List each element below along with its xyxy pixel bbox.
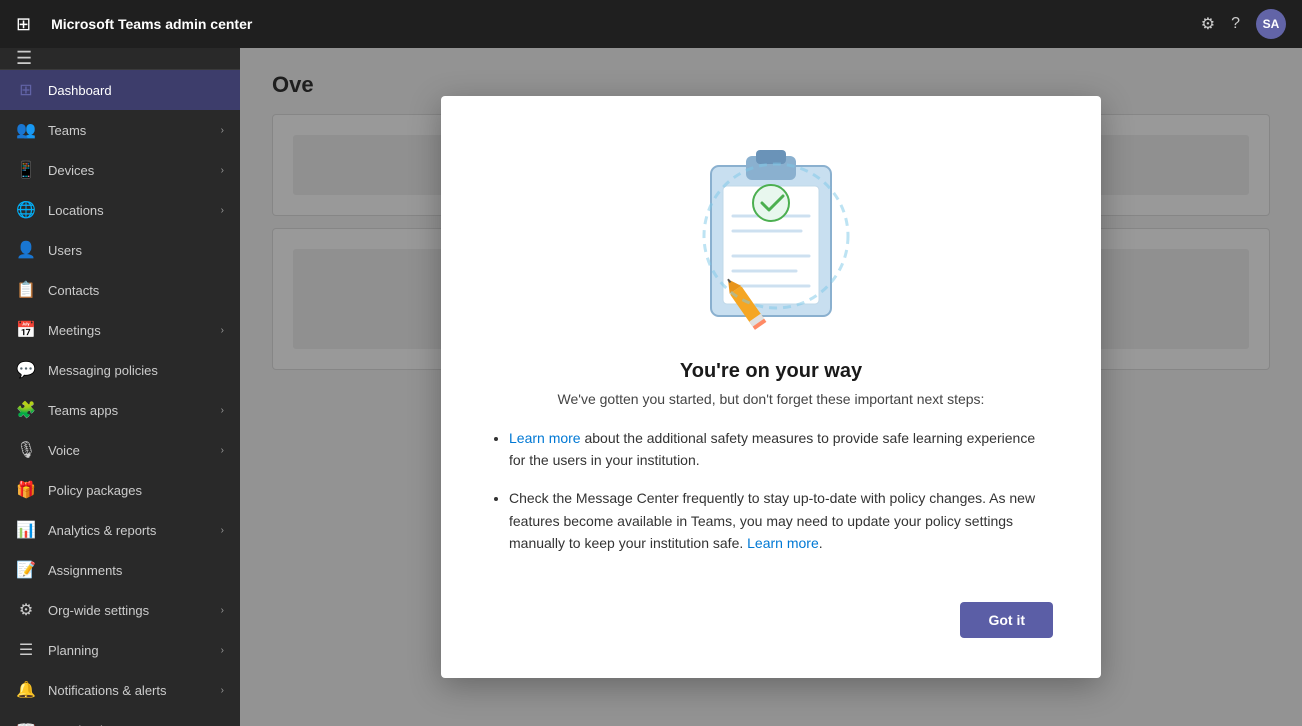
- sidebar-icon-devices: 📱: [16, 160, 36, 180]
- sidebar-item-teams[interactable]: 👥 Teams ›: [0, 110, 240, 150]
- sidebar-icon-contacts: 📋: [16, 280, 36, 300]
- sidebar: ☰ ⊞ Dashboard 👥 Teams › 📱 Devices › 🌐 Locations › 👤…: [0, 48, 240, 726]
- sidebar-item-locations[interactable]: 🌐 Locations ›: [0, 190, 240, 230]
- sidebar-icon-org-wide-settings: ⚙: [16, 600, 36, 620]
- modal-list-item-2: Check the Message Center frequently to s…: [509, 487, 1053, 554]
- sidebar-item-dashboard[interactable]: ⊞ Dashboard: [0, 70, 240, 110]
- sidebar-item-voice[interactable]: 🎙 Voice ›: [0, 430, 240, 470]
- modal-subtitle: We've gotten you started, but don't forg…: [558, 391, 985, 407]
- settings-icon[interactable]: ⚙: [1201, 14, 1215, 34]
- sidebar-label-messaging-policies: Messaging policies: [48, 363, 224, 378]
- learn-more-link-1[interactable]: Learn more: [509, 430, 581, 446]
- sidebar-icon-policy-packages: 🎁: [16, 480, 36, 500]
- sidebar-label-devices: Devices: [48, 163, 209, 178]
- sidebar-item-storybook[interactable]: 📖 Storybook: [0, 710, 240, 726]
- got-it-button[interactable]: Got it: [960, 602, 1053, 638]
- sidebar-item-teams-apps[interactable]: 🧩 Teams apps ›: [0, 390, 240, 430]
- modal-dialog: You're on your way We've gotten you star…: [441, 96, 1101, 679]
- sidebar-icon-analytics-reports: 📊: [16, 520, 36, 540]
- modal-title: You're on your way: [680, 360, 862, 383]
- sidebar-chevron-voice: ›: [221, 445, 224, 456]
- sidebar-label-notifications-alerts: Notifications & alerts: [48, 683, 209, 698]
- sidebar-icon-storybook: 📖: [16, 720, 36, 726]
- sidebar-label-assignments: Assignments: [48, 563, 224, 578]
- sidebar-item-contacts[interactable]: 📋 Contacts: [0, 270, 240, 310]
- sidebar-label-policy-packages: Policy packages: [48, 483, 224, 498]
- sidebar-chevron-notifications-alerts: ›: [221, 685, 224, 696]
- sidebar-chevron-meetings: ›: [221, 325, 224, 336]
- sidebar-item-devices[interactable]: 📱 Devices ›: [0, 150, 240, 190]
- sidebar-item-users[interactable]: 👤 Users: [0, 230, 240, 270]
- sidebar-header: ☰: [0, 48, 240, 70]
- sidebar-item-messaging-policies[interactable]: 💬 Messaging policies: [0, 350, 240, 390]
- sidebar-icon-assignments: 📝: [16, 560, 36, 580]
- sidebar-label-org-wide-settings: Org-wide settings: [48, 603, 209, 618]
- topbar: ⊞ Microsoft Teams admin center ⚙ ? SA: [0, 0, 1302, 48]
- grid-icon[interactable]: ⊞: [16, 14, 31, 35]
- sidebar-icon-notifications-alerts: 🔔: [16, 680, 36, 700]
- sidebar-item-analytics-reports[interactable]: 📊 Analytics & reports ›: [0, 510, 240, 550]
- sidebar-icon-meetings: 📅: [16, 320, 36, 340]
- sidebar-item-policy-packages[interactable]: 🎁 Policy packages: [0, 470, 240, 510]
- user-avatar[interactable]: SA: [1256, 9, 1286, 39]
- sidebar-label-users: Users: [48, 243, 224, 258]
- sidebar-icon-locations: 🌐: [16, 200, 36, 220]
- sidebar-item-notifications-alerts[interactable]: 🔔 Notifications & alerts ›: [0, 670, 240, 710]
- modal-body: Learn more about the additional safety m…: [489, 427, 1053, 571]
- sidebar-item-meetings[interactable]: 📅 Meetings ›: [0, 310, 240, 350]
- sidebar-label-contacts: Contacts: [48, 283, 224, 298]
- app-title: Microsoft Teams admin center: [51, 16, 1189, 32]
- sidebar-label-analytics-reports: Analytics & reports: [48, 523, 209, 538]
- main-layout: ☰ ⊞ Dashboard 👥 Teams › 📱 Devices › 🌐 Locations › 👤…: [0, 48, 1302, 726]
- sidebar-label-teams-apps: Teams apps: [48, 403, 209, 418]
- sidebar-item-planning[interactable]: ☰ Planning ›: [0, 630, 240, 670]
- sidebar-icon-teams: 👥: [16, 120, 36, 140]
- topbar-actions: ⚙ ? SA: [1201, 9, 1286, 39]
- sidebar-label-voice: Voice: [48, 443, 209, 458]
- hamburger-icon[interactable]: ☰: [16, 48, 32, 69]
- sidebar-icon-teams-apps: 🧩: [16, 400, 36, 420]
- sidebar-chevron-analytics-reports: ›: [221, 525, 224, 536]
- sidebar-chevron-teams-apps: ›: [221, 405, 224, 416]
- modal-overlay: You're on your way We've gotten you star…: [240, 48, 1302, 726]
- modal-list-text-2b: .: [819, 535, 823, 551]
- learn-more-link-2[interactable]: Learn more: [747, 535, 819, 551]
- modal-list-item-1: Learn more about the additional safety m…: [509, 427, 1053, 472]
- sidebar-icon-planning: ☰: [16, 640, 36, 660]
- sidebar-item-org-wide-settings[interactable]: ⚙ Org-wide settings ›: [0, 590, 240, 630]
- modal-footer: Got it: [489, 602, 1053, 638]
- sidebar-chevron-teams: ›: [221, 125, 224, 136]
- sidebar-label-storybook: Storybook: [48, 723, 224, 726]
- sidebar-label-planning: Planning: [48, 643, 209, 658]
- sidebar-icon-voice: 🎙: [16, 440, 36, 460]
- sidebar-label-locations: Locations: [48, 203, 209, 218]
- content-area: Ove: [240, 48, 1302, 726]
- help-icon[interactable]: ?: [1231, 15, 1240, 33]
- sidebar-label-dashboard: Dashboard: [48, 83, 224, 98]
- sidebar-chevron-planning: ›: [221, 645, 224, 656]
- sidebar-chevron-locations: ›: [221, 205, 224, 216]
- sidebar-chevron-org-wide-settings: ›: [221, 605, 224, 616]
- sidebar-label-teams: Teams: [48, 123, 209, 138]
- modal-list-text-1: about the additional safety measures to …: [509, 430, 1035, 468]
- sidebar-icon-users: 👤: [16, 240, 36, 260]
- sidebar-icon-dashboard: ⊞: [16, 80, 36, 100]
- sidebar-chevron-devices: ›: [221, 165, 224, 176]
- sidebar-item-assignments[interactable]: 📝 Assignments: [0, 550, 240, 590]
- sidebar-label-meetings: Meetings: [48, 323, 209, 338]
- sidebar-icon-messaging-policies: 💬: [16, 360, 36, 380]
- modal-illustration: [671, 136, 871, 336]
